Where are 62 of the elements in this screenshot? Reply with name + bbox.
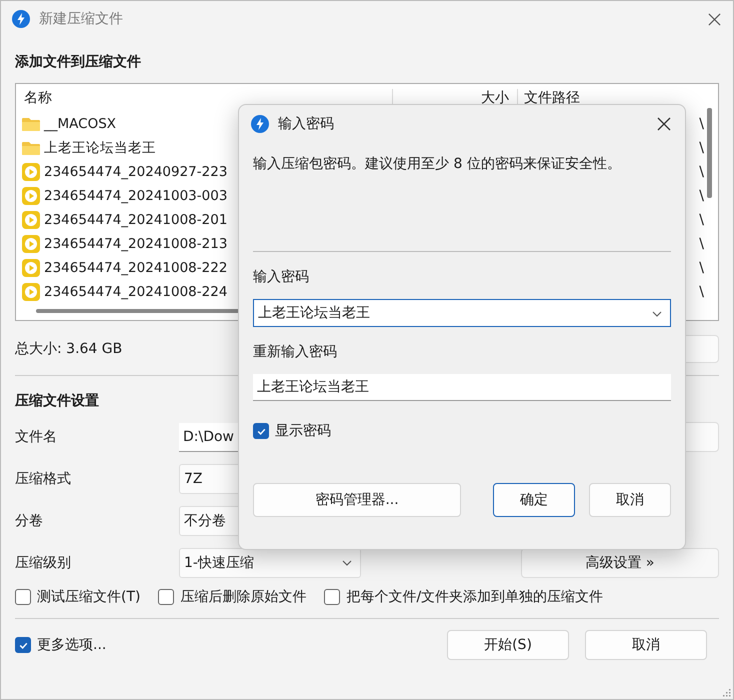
close-icon[interactable] bbox=[657, 117, 671, 131]
setting-label: 文件名 bbox=[15, 428, 58, 446]
setting-label: 分卷 bbox=[15, 512, 44, 530]
dropdown[interactable]: 1-快速压缩 bbox=[179, 548, 361, 578]
setting-label: 压缩格式 bbox=[15, 470, 72, 488]
play-icon bbox=[21, 258, 41, 278]
checkbox-label[interactable]: 更多选项... bbox=[37, 636, 106, 654]
path-cell-text: \ bbox=[699, 212, 705, 228]
section-heading: 压缩文件设置 bbox=[15, 392, 100, 410]
path-cell-text: \ bbox=[699, 236, 705, 252]
play-icon bbox=[21, 210, 41, 230]
path-cell-text: \ bbox=[699, 188, 705, 204]
file-name[interactable]: 上老王论坛当老王 bbox=[44, 139, 156, 157]
checkbox-label[interactable]: 把每个文件/文件夹添加到单独的压缩文件 bbox=[346, 588, 604, 606]
password-field[interactable]: 上老王论坛当老王 bbox=[253, 299, 671, 327]
setting-label: 压缩级别 bbox=[15, 554, 72, 572]
file-name[interactable]: 234654474_20241008-222 bbox=[44, 260, 228, 276]
checkbox-label[interactable]: 显示密码 bbox=[275, 422, 331, 440]
path-cell-text: \ bbox=[699, 116, 705, 132]
resize-grip-icon[interactable] bbox=[721, 687, 731, 697]
ok-button[interactable]: 确定 bbox=[493, 482, 575, 516]
vertical-scrollbar[interactable] bbox=[707, 108, 712, 198]
lightning-icon bbox=[250, 114, 270, 134]
play-icon bbox=[21, 234, 41, 254]
section-heading: 添加文件到压缩文件 bbox=[15, 53, 142, 71]
path-cell-text: \ bbox=[699, 284, 705, 300]
close-icon[interactable] bbox=[708, 12, 721, 26]
path-cell-text: \ bbox=[699, 260, 705, 276]
total-size: 总大小: 3.64 GB bbox=[15, 340, 122, 358]
checkbox[interactable] bbox=[15, 637, 31, 653]
play-icon bbox=[21, 162, 41, 182]
file-name[interactable]: 234654474_20240927-223 bbox=[44, 164, 228, 180]
checkbox[interactable] bbox=[158, 589, 174, 605]
play-icon bbox=[21, 282, 41, 302]
dialog-title: 输入密码 bbox=[278, 115, 334, 133]
confirm-password-field[interactable]: 上老王论坛当老王 bbox=[253, 374, 671, 401]
caret-icon bbox=[652, 311, 662, 317]
cancel-button[interactable]: 取消 bbox=[589, 482, 671, 516]
file-name[interactable]: 234654474_20241008-224 bbox=[44, 284, 228, 300]
path-cell-text: \ bbox=[699, 164, 705, 180]
lightning-icon bbox=[11, 9, 31, 29]
file-name[interactable]: 234654474_20241003-003 bbox=[44, 188, 228, 204]
file-name[interactable]: 234654474_20241008-201 bbox=[44, 212, 228, 228]
advanced-settings-button[interactable]: 高级设置 » bbox=[521, 548, 719, 578]
path-cell-text: \ bbox=[699, 140, 705, 156]
field-label: 重新输入密码 bbox=[253, 343, 338, 361]
window-title: 新建压缩文件 bbox=[39, 10, 124, 28]
field-label: 输入密码 bbox=[253, 268, 310, 286]
password-manager-button[interactable]: 密码管理器... bbox=[253, 482, 461, 516]
play-icon bbox=[21, 186, 41, 206]
file-name[interactable]: __MACOSX bbox=[44, 116, 116, 132]
dialog-description: 输入压缩包密码。建议使用至少 8 位的密码来保证安全性。 bbox=[253, 155, 622, 174]
checkbox[interactable] bbox=[253, 423, 269, 439]
checkbox[interactable] bbox=[15, 589, 31, 605]
checkbox-label[interactable]: 压缩后删除原始文件 bbox=[180, 588, 306, 606]
checkbox-label[interactable]: 测试压缩文件(T) bbox=[37, 588, 140, 606]
checkbox[interactable] bbox=[324, 589, 340, 605]
file-name[interactable]: 234654474_20241008-213 bbox=[44, 236, 228, 252]
start-button[interactable]: 开始(S) bbox=[447, 630, 569, 660]
cancel-button[interactable]: 取消 bbox=[585, 630, 707, 660]
column-header[interactable]: 文件路径 bbox=[518, 89, 580, 107]
caret-icon bbox=[342, 560, 352, 566]
